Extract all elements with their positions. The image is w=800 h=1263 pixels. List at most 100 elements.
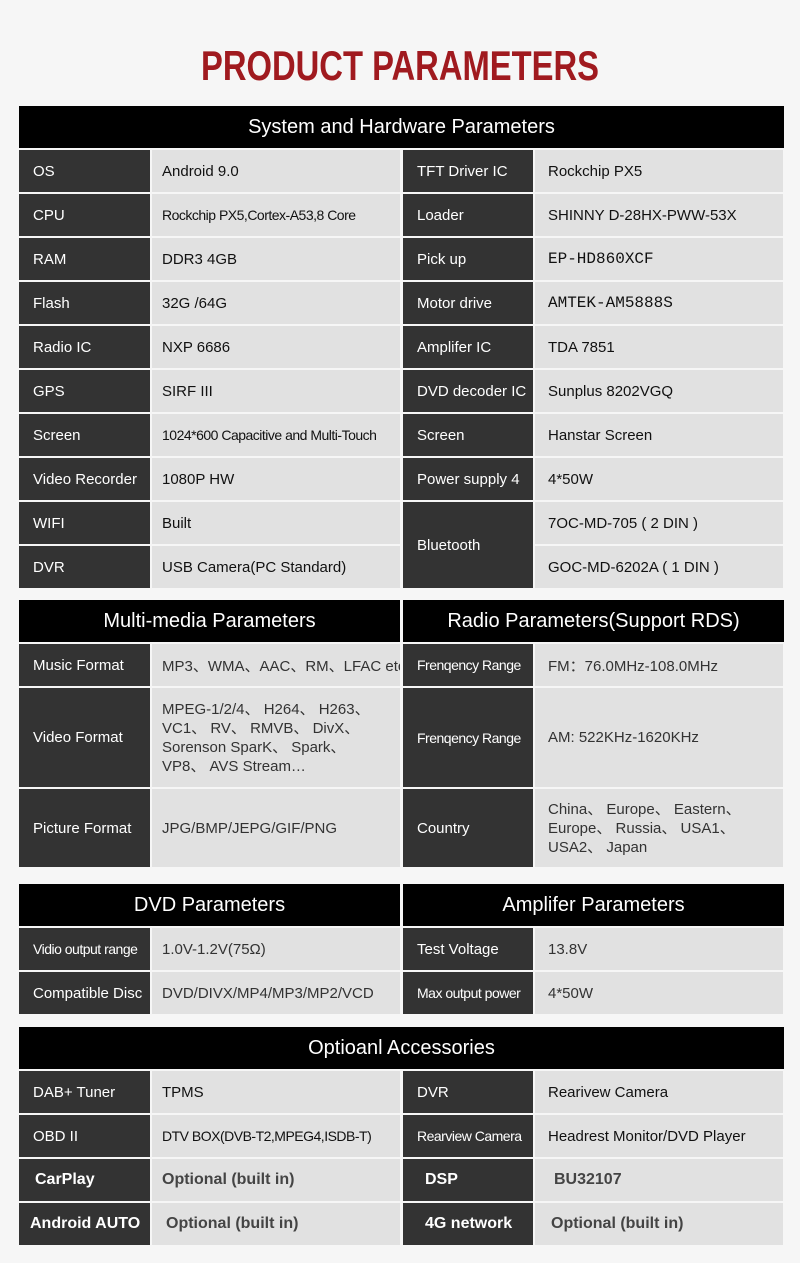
spec-value: SHINNY D-28HX-PWW-53X — [535, 194, 783, 236]
spec-label: Screen — [403, 414, 533, 456]
bluetooth-values: 7OC-MD-705 ( 2 DIN ) GOC-MD-6202A ( 1 DI… — [535, 502, 783, 588]
spec-value: TDA 7851 — [535, 326, 783, 368]
table-row: OBD II DTV BOX(DVB-T2,MPEG4,ISDB-T) Rear… — [19, 1115, 784, 1157]
spec-value: MPEG-1/2/4、 H264、 H263、 VC1、 RV、 RMVB、 D… — [152, 688, 400, 787]
spec-label: Android AUTO — [19, 1203, 150, 1245]
table-row: Radio IC NXP 6686 Amplifer IC TDA 7851 — [19, 326, 784, 368]
spec-value: Rockchip PX5 — [535, 150, 783, 192]
spec-label: Test Voltage — [403, 928, 533, 970]
multimedia-radio-table: Multi-media Parameters Radio Parameters(… — [19, 600, 784, 867]
spec-value: BU32107 — [535, 1159, 783, 1201]
spec-value: Built — [152, 502, 400, 544]
accessories-header: Optioanl Accessories — [19, 1027, 784, 1069]
spec-value: DTV BOX(DVB-T2,MPEG4,ISDB-T) — [152, 1115, 400, 1157]
spec-label: Music Format — [19, 644, 150, 686]
spec-label: Rearview Camera — [403, 1115, 533, 1157]
table-row: WIFI Built — [19, 502, 400, 544]
spec-label: DVR — [19, 546, 150, 588]
spec-value: DDR3 4GB — [152, 238, 400, 280]
bluetooth-block: WIFI Built DVR USB Camera(PC Standard) B… — [19, 502, 784, 588]
spec-value: 1.0V-1.2V(75Ω) — [152, 928, 400, 970]
spec-value: DVD/DIVX/MP4/MP3/MP2/VCD — [152, 972, 400, 1014]
spec-value: FM：76.0MHz-108.0MHz — [535, 644, 783, 686]
spec-value: TPMS — [152, 1071, 400, 1113]
spec-value: Sunplus 8202VGQ — [535, 370, 783, 412]
spec-value: Rockchip PX5,Cortex-A53,8 Core — [152, 194, 400, 236]
spec-value: MP3、WMA、AAC、RM、LFAC etc — [152, 644, 400, 686]
table-row: DVR USB Camera(PC Standard) — [19, 546, 400, 588]
spec-label: OS — [19, 150, 150, 192]
radio-header: Radio Parameters(Support RDS) — [403, 600, 784, 642]
spec-value: China、 Europe、 Eastern、 Europe、 Russia、 … — [535, 789, 783, 867]
spec-label: Frenqency Range — [403, 644, 533, 686]
dvd-amplifier-table: DVD Parameters Amplifer Parameters Vidio… — [19, 884, 784, 1014]
spec-label: Video Format — [19, 688, 150, 787]
spec-label: Radio IC — [19, 326, 150, 368]
dvd-header: DVD Parameters — [19, 884, 400, 926]
spec-label: Motor drive — [403, 282, 533, 324]
spec-label: Flash — [19, 282, 150, 324]
table-row: Music Format MP3、WMA、AAC、RM、LFAC etc Fre… — [19, 644, 784, 686]
spec-label: Compatible Disc — [19, 972, 150, 1014]
spec-value: Optional (built in) — [152, 1203, 400, 1245]
spec-label: Amplifer IC — [403, 326, 533, 368]
spec-label: DVD decoder IC — [403, 370, 533, 412]
table-row: Flash 32G /64G Motor drive AMTEK-AM5888S — [19, 282, 784, 324]
spec-value: USB Camera(PC Standard) — [152, 546, 400, 588]
table-row: Android AUTO Optional (built in) 4G netw… — [19, 1203, 784, 1245]
spec-label: RAM — [19, 238, 150, 280]
spec-value: GOC-MD-6202A ( 1 DIN ) — [535, 546, 783, 588]
system-hardware-table: System and Hardware Parameters OS Androi… — [19, 106, 784, 588]
bluetooth-label: Bluetooth — [403, 502, 533, 588]
spec-value: EP-HD860XCF — [535, 238, 783, 280]
spec-value: Optional (built in) — [152, 1159, 400, 1201]
table-row: Picture Format JPG/BMP/JEPG/GIF/PNG Coun… — [19, 789, 784, 867]
table-row: Video Format MPEG-1/2/4、 H264、 H263、 VC1… — [19, 688, 784, 787]
spec-value: SIRF III — [152, 370, 400, 412]
spec-label: DAB+ Tuner — [19, 1071, 150, 1113]
spec-value: Rearivew Camera — [535, 1071, 783, 1113]
table-row: RAM DDR3 4GB Pick up EP-HD860XCF — [19, 238, 784, 280]
spec-value: 13.8V — [535, 928, 783, 970]
table-row: CarPlay Optional (built in) DSP BU32107 — [19, 1159, 784, 1201]
multimedia-header: Multi-media Parameters — [19, 600, 400, 642]
spec-value: Android 9.0 — [152, 150, 400, 192]
spec-label: TFT Driver IC — [403, 150, 533, 192]
spec-label: Vidio output range — [19, 928, 150, 970]
spec-label: Picture Format — [19, 789, 150, 867]
spec-value: Hanstar Screen — [535, 414, 783, 456]
spec-label: DVR — [403, 1071, 533, 1113]
spec-label: Screen — [19, 414, 150, 456]
spec-value: NXP 6686 — [152, 326, 400, 368]
spec-label: Pick up — [403, 238, 533, 280]
spec-label: CPU — [19, 194, 150, 236]
spec-label: CarPlay — [19, 1159, 150, 1201]
table-row: Screen 1024*600 Capacitive and Multi-Tou… — [19, 414, 784, 456]
spec-label: GPS — [19, 370, 150, 412]
table-row: Vidio output range 1.0V-1.2V(75Ω) Test V… — [19, 928, 784, 970]
spec-label: Video Recorder — [19, 458, 150, 500]
spec-value: AMTEK-AM5888S — [535, 282, 783, 324]
spec-label: Max output power — [403, 972, 533, 1014]
accessories-table: Optioanl Accessories DAB+ Tuner TPMS DVR… — [19, 1027, 784, 1245]
table-row: GPS SIRF III DVD decoder IC Sunplus 8202… — [19, 370, 784, 412]
spec-label: DSP — [403, 1159, 533, 1201]
spec-value: Headrest Monitor/DVD Player — [535, 1115, 783, 1157]
spec-value: Optional (built in) — [535, 1203, 783, 1245]
table-row: OS Android 9.0 TFT Driver IC Rockchip PX… — [19, 150, 784, 192]
spec-value: JPG/BMP/JEPG/GIF/PNG — [152, 789, 400, 867]
system-hardware-header: System and Hardware Parameters — [19, 106, 784, 148]
spec-label: Power supply 4 — [403, 458, 533, 500]
spec-value: 7OC-MD-705 ( 2 DIN ) — [535, 502, 783, 544]
amplifier-header: Amplifer Parameters — [403, 884, 784, 926]
spec-value: AM: 522KHz-1620KHz — [535, 688, 783, 787]
spec-label: Loader — [403, 194, 533, 236]
spec-label: Country — [403, 789, 533, 867]
spec-value: 1080P HW — [152, 458, 400, 500]
table-row: DAB+ Tuner TPMS DVR Rearivew Camera — [19, 1071, 784, 1113]
spec-value: 32G /64G — [152, 282, 400, 324]
spec-label: Frenqency Range — [403, 688, 533, 787]
spec-value: 1024*600 Capacitive and Multi-Touch — [152, 414, 400, 456]
spec-label: 4G network — [403, 1203, 533, 1245]
spec-label: OBD II — [19, 1115, 150, 1157]
